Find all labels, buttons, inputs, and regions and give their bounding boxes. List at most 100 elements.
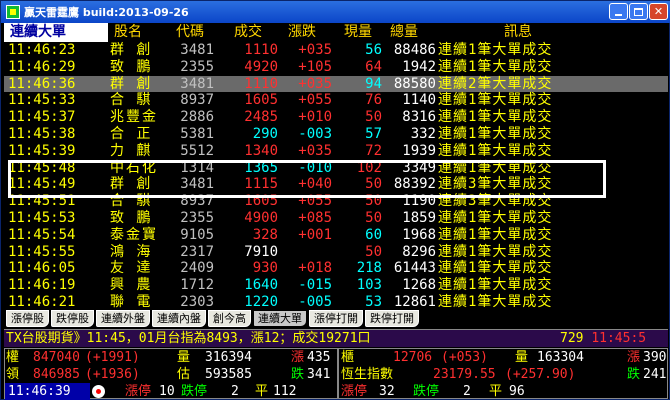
- tab-bar: 漲停股 跌停股 連續外盤 連續內盤 創今高 連續大單 漲停打開 跌停打開: [4, 310, 534, 328]
- price-cell: 930: [252, 260, 278, 277]
- tab-1[interactable]: 跌停股: [51, 310, 94, 327]
- message-cell: 連續1筆大單成交: [438, 226, 553, 243]
- time-cell: 11:45:55: [8, 243, 76, 260]
- total-volume-cell: 8316: [402, 109, 436, 126]
- change-cell: -005: [298, 294, 332, 309]
- total-volume-cell: 1190: [402, 193, 436, 210]
- volume-cell: 218: [356, 260, 382, 277]
- header-first-column[interactable]: 連續大單: [4, 23, 108, 42]
- stock-code-cell: 2317: [180, 243, 214, 260]
- stock-code-cell: 3481: [180, 42, 214, 58]
- stock-code-cell: 1314: [180, 159, 214, 176]
- hang-seng-change: (+257.90): [505, 367, 576, 382]
- stock-code-cell: 2886: [180, 109, 214, 126]
- tse-up-count: 435: [307, 350, 331, 365]
- table-row[interactable]: 11:46:29 致 鵬 2355 4920 +105 64 1942 連續1筆大單成交: [4, 59, 668, 76]
- volume-cell: 72: [365, 142, 382, 159]
- otc-status-box: 櫃 12706 (+053) 量 163304 漲 390 恆生指數 23179…: [338, 348, 668, 399]
- total-volume-cell: 1968: [402, 226, 436, 243]
- tab-4[interactable]: 創今高: [208, 310, 251, 327]
- stock-name-cell: 群 創: [110, 176, 153, 193]
- time-cell: 11:46:19: [8, 277, 76, 294]
- tse-down-count: 341: [307, 367, 331, 382]
- table-row[interactable]: 11:45:33 合 騏 8937 1605 +055 76 1140 連續1筆大單成交: [4, 92, 668, 109]
- time-cell: 11:45:37: [8, 109, 76, 126]
- volume-cell: 53: [365, 294, 382, 309]
- total-volume-cell: 8296: [402, 243, 436, 260]
- time-cell: 11:46:36: [8, 75, 76, 92]
- time-cell: 11:46:29: [8, 58, 76, 75]
- price-cell: 1110: [244, 75, 278, 92]
- stock-name-cell: 合 騏: [110, 92, 153, 109]
- otc-volume-value: 163304: [537, 350, 584, 365]
- message-cell: 連續1筆大單成交: [438, 42, 553, 58]
- estimate-value: 593585: [205, 367, 252, 382]
- table-row[interactable]: 11:45:37 兆豐金 2886 2485 +010 50 8316 連續1筆大單成交: [4, 109, 668, 126]
- header-price[interactable]: 成交: [234, 24, 262, 41]
- table-row[interactable]: 11:45:49 群 創 3481 1115 +040 50 88392 連續3筆大單成交: [4, 176, 668, 193]
- futures-ticker: TX台股期貨》11:45，01月台指為8493，漲12；成交19271口 729…: [4, 329, 668, 347]
- table-row[interactable]: 11:45:38 合 正 5381 290 -003 57 332 連續1筆大單成交: [4, 126, 668, 143]
- table-row[interactable]: 11:46:05 友 達 2409 930 +018 218 61443 連續1筆大單成交: [4, 260, 668, 277]
- table-row[interactable]: 11:46:21 聯 電 2303 1220 -005 53 12861 連續1筆大單成交: [4, 294, 668, 309]
- title-bar[interactable]: 贏天雷霆鷹 build:2013-09-26: [1, 1, 670, 23]
- message-cell: 連續1筆大單成交: [438, 126, 553, 142]
- alarm-icon[interactable]: [92, 385, 105, 398]
- tab-0[interactable]: 漲停股: [6, 310, 49, 327]
- message-cell: 連續1筆大單成交: [438, 294, 553, 309]
- tab-3[interactable]: 連續內盤: [152, 310, 206, 327]
- window-title: 贏天雷霆鷹 build:2013-09-26: [24, 6, 189, 19]
- tab-6[interactable]: 漲停打開: [309, 310, 363, 327]
- volume-cell: 50: [365, 210, 382, 226]
- volume-cell: 50: [365, 109, 382, 126]
- volume-cell: 50: [365, 176, 382, 193]
- ticker-text: TX台股期貨》11:45，01月台指為8493，漲12；成交19271口: [6, 331, 371, 346]
- table-row[interactable]: 11:45:54 泰金寶 9105 328 +001 60 1968 連續1筆大單成交: [4, 227, 668, 244]
- time-cell: 11:45:38: [8, 126, 76, 142]
- table-row[interactable]: 11:46:36 群 創 3481 1110 +035 94 88580 連續2筆大單成交: [4, 75, 668, 93]
- stock-name-cell: 興 農: [110, 277, 153, 294]
- market-status-panel: 權 847040 (+1991) 量 316394 漲 435 領 846985…: [4, 348, 668, 400]
- otc-limit-up-count: 32: [379, 384, 395, 399]
- header-change[interactable]: 漲跌: [288, 24, 316, 41]
- ticker-tail-number: 729: [560, 331, 584, 346]
- message-cell: 連續1筆大單成交: [438, 58, 553, 75]
- tse-volume-value: 316394: [205, 350, 252, 365]
- change-cell: +055: [298, 92, 332, 109]
- table-row[interactable]: 11:45:55 鴻 海 2317 7910 50 8296 連續1筆大單成交: [4, 244, 668, 261]
- header-total[interactable]: 總量: [390, 24, 418, 41]
- hang-seng-value: 23179.55: [433, 367, 496, 382]
- header-name[interactable]: 股名: [114, 24, 142, 41]
- maximize-button[interactable]: [629, 3, 648, 20]
- price-cell: 1365: [244, 159, 278, 176]
- table-row[interactable]: 11:45:51 合 騏 8937 1605 +055 50 1190 連續3筆大單成交: [4, 193, 668, 210]
- tse-volume-label: 量: [177, 350, 191, 365]
- price-cell: 290: [252, 126, 278, 142]
- change-cell: +035: [298, 75, 332, 92]
- big-order-table: 連續大單 股名 代碼 成交 漲跌 現量 總量 訊息 11:46:23 群 創 348…: [4, 23, 668, 309]
- header-code[interactable]: 代碼: [176, 24, 204, 41]
- header-message[interactable]: 訊息: [504, 24, 532, 41]
- stock-name-cell: 致 鵬: [110, 210, 153, 226]
- message-cell: 連續1筆大單成交: [438, 277, 553, 294]
- table-row[interactable]: 11:45:53 致 鵬 2355 4900 +085 50 1859 連續1筆大單成交: [4, 210, 668, 227]
- time-cell: 11:46:21: [8, 294, 76, 309]
- change-cell: +085: [298, 210, 332, 226]
- volume-cell: 56: [365, 42, 382, 58]
- table-row[interactable]: 11:45:39 力 麒 5512 1340 +035 72 1939 連續1筆大單成交: [4, 143, 668, 160]
- tab-5[interactable]: 連續大單: [253, 310, 307, 327]
- minimize-button[interactable]: [609, 3, 628, 20]
- header-volume[interactable]: 現量: [344, 24, 372, 41]
- stock-name-cell: 合 騏: [110, 193, 153, 210]
- table-row[interactable]: 11:45:48 中石化 1314 1365 -010 102 3349 連續1筆大單成交: [4, 160, 668, 177]
- volume-cell: 103: [356, 277, 382, 294]
- message-cell: 連續1筆大單成交: [438, 142, 553, 159]
- tab-7[interactable]: 跌停打開: [365, 310, 419, 327]
- table-row[interactable]: 11:46:19 興 農 1712 1640 -015 103 1268 連續1筆大單成交: [4, 277, 668, 294]
- tab-2[interactable]: 連續外盤: [96, 310, 150, 327]
- time-cell: 11:45:54: [8, 226, 76, 243]
- stock-code-cell: 9105: [180, 226, 214, 243]
- table-row[interactable]: 11:46:23 群 創 3481 1110 +035 56 88486 連續1筆大單成交: [4, 42, 668, 59]
- message-cell: 連續1筆大單成交: [438, 260, 553, 277]
- close-button[interactable]: [649, 3, 668, 20]
